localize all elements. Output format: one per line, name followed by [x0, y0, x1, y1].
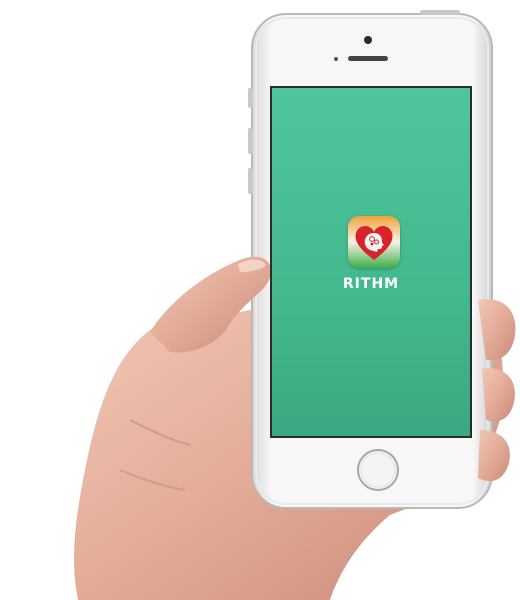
finger-right-3	[478, 430, 510, 482]
mute-switch	[248, 88, 253, 108]
app-icon-rithm[interactable]	[348, 216, 400, 268]
product-photo: RITHM	[0, 0, 520, 600]
volume-up-button	[248, 128, 253, 154]
front-camera-icon	[364, 36, 372, 44]
home-button	[357, 449, 399, 491]
phone-screen: RITHM	[270, 86, 472, 438]
finger-right-2	[482, 367, 515, 422]
earpiece	[348, 56, 388, 61]
app-label: RITHM	[342, 276, 400, 292]
volume-down-button	[248, 168, 253, 194]
heart-brain-icon	[348, 216, 400, 268]
power-button	[420, 10, 460, 15]
